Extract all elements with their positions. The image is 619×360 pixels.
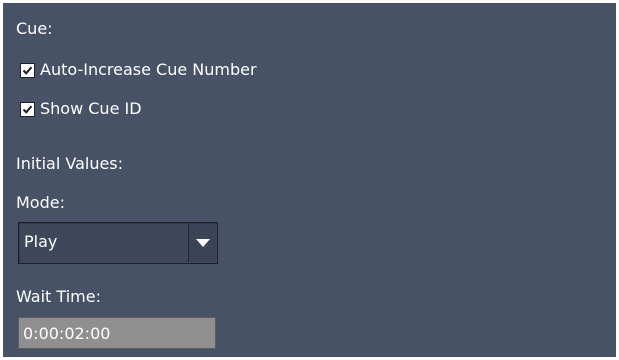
show-cue-id-label: Show Cue ID bbox=[40, 99, 142, 118]
mode-selected-value: Play bbox=[24, 232, 58, 251]
auto-increase-label: Auto-Increase Cue Number bbox=[40, 60, 257, 79]
chevron-down-icon bbox=[195, 239, 210, 247]
initial-values-label: Initial Values: bbox=[16, 154, 124, 173]
cue-settings-panel: Cue: Auto-Increase Cue Number Show Cue I… bbox=[3, 3, 616, 357]
auto-increase-cue-number-checkbox-row[interactable]: Auto-Increase Cue Number bbox=[20, 59, 257, 81]
checkmark-icon bbox=[22, 66, 33, 75]
auto-increase-checkbox[interactable] bbox=[20, 62, 35, 78]
cue-section-label: Cue: bbox=[16, 19, 53, 38]
wait-time-label: Wait Time: bbox=[16, 287, 101, 306]
checkmark-icon bbox=[22, 105, 33, 114]
mode-dropdown-button[interactable] bbox=[188, 224, 216, 262]
mode-label: Mode: bbox=[16, 193, 65, 212]
show-cue-id-checkbox[interactable] bbox=[20, 101, 35, 117]
wait-time-field[interactable] bbox=[18, 317, 216, 349]
mode-dropdown[interactable]: Play bbox=[18, 222, 218, 264]
show-cue-id-checkbox-row[interactable]: Show Cue ID bbox=[20, 98, 142, 120]
